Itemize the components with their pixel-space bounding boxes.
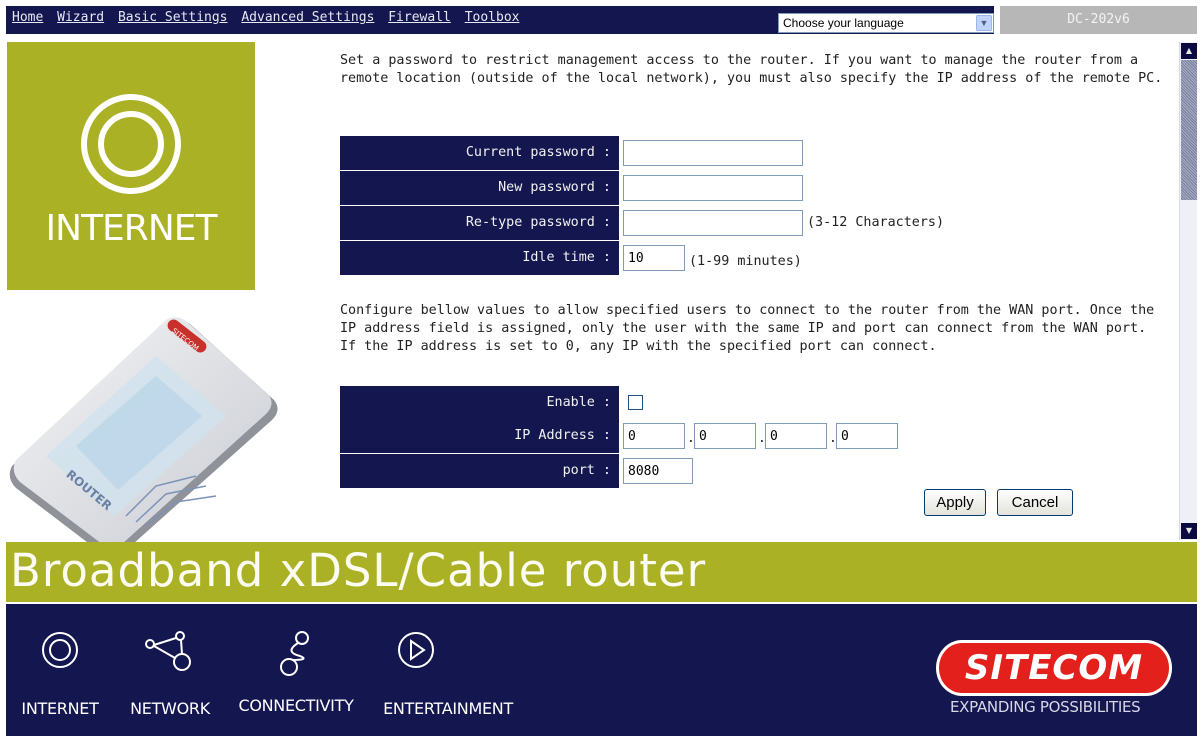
ip-address-label: IP Address : — [340, 419, 619, 453]
idle-time-input[interactable] — [623, 245, 685, 271]
footer-entertainment: ENTERTAINMENT — [374, 630, 522, 718]
new-password-input[interactable] — [623, 175, 803, 201]
ip-octet-1-input[interactable] — [623, 423, 685, 449]
sitecom-logo: SITECOM — [936, 640, 1172, 696]
internet-ring-icon — [81, 94, 181, 194]
sitecom-tagline: EXPANDING POSSIBILITIES — [950, 698, 1141, 716]
entertainment-icon — [398, 632, 434, 668]
chevron-down-icon[interactable]: ▼ — [976, 15, 992, 31]
enable-label: Enable : — [340, 386, 619, 420]
idle-time-hint: (1-99 minutes) — [689, 254, 802, 269]
footer-connectivity: CONNECTIVITY — [232, 628, 360, 715]
cancel-button[interactable]: Cancel — [997, 489, 1073, 516]
new-password-label: New password : — [340, 171, 619, 205]
wan-access-text: Configure bellow values to allow specifi… — [340, 303, 1155, 354]
nav-wizard-link[interactable]: Wizard — [57, 10, 104, 25]
nav-basic-settings-link[interactable]: Basic Settings — [118, 10, 228, 25]
password-length-hint: (3-12 Characters) — [807, 215, 945, 230]
scrollbar-thumb[interactable] — [1181, 60, 1197, 200]
ip-octet-4-input[interactable] — [836, 423, 898, 449]
language-select[interactable]: Choose your language ▼ — [778, 13, 994, 33]
footer-internet-label: INTERNET — [21, 699, 99, 718]
idle-time-label: Idle time : — [340, 241, 619, 275]
model-name: DC-202v6 — [1000, 6, 1197, 34]
internet-tile: INTERNET — [7, 42, 255, 290]
enable-checkbox[interactable] — [628, 395, 643, 410]
router-admin-page: Home Wizard Basic Settings Advanced Sett… — [0, 0, 1203, 742]
retype-password-label: Re-type password : — [340, 206, 619, 240]
footer-network-label: NETWORK — [130, 699, 210, 718]
top-nav-bar: Home Wizard Basic Settings Advanced Sett… — [6, 6, 994, 34]
intro-text: Set a password to restrict management ac… — [340, 53, 1163, 86]
port-input[interactable] — [623, 458, 693, 484]
footer-internet: INTERNET — [12, 630, 108, 718]
ip-octet-2-input[interactable] — [694, 423, 756, 449]
internet-tile-label: INTERNET — [45, 208, 218, 249]
nav-firewall-link[interactable]: Firewall — [388, 10, 451, 25]
language-select-value: Choose your language — [783, 16, 904, 30]
footer-network: NETWORK — [120, 630, 220, 718]
connectivity-icon — [280, 631, 309, 676]
current-password-label: Current password : — [340, 136, 619, 170]
port-label: port : — [340, 454, 619, 488]
nav-home-link[interactable]: Home — [12, 10, 43, 25]
scroll-up-icon[interactable]: ▲ — [1181, 43, 1197, 59]
current-password-input[interactable] — [623, 140, 803, 166]
product-banner-text: Broadband xDSL/Cable router — [10, 544, 707, 597]
footer-entertainment-label: ENTERTAINMENT — [383, 699, 513, 718]
scroll-down-icon[interactable]: ▼ — [1181, 523, 1197, 539]
router-device-image: SITECOM ROUTER — [9, 317, 278, 556]
main-nav: Home Wizard Basic Settings Advanced Sett… — [12, 10, 525, 25]
footer-connectivity-label: CONNECTIVITY — [238, 696, 354, 715]
product-banner: Broadband xDSL/Cable router — [6, 542, 1197, 602]
internet-icon — [42, 632, 78, 668]
retype-password-input[interactable] — [623, 210, 803, 236]
footer: INTERNET NETWORK CONNECTIVITY ENTERTAINM… — [6, 604, 1197, 736]
content-scrollbar[interactable]: ▲ ▼ — [1179, 42, 1197, 540]
nav-toolbox-link[interactable]: Toolbox — [465, 10, 520, 25]
nav-advanced-settings-link[interactable]: Advanced Settings — [241, 10, 374, 25]
apply-button[interactable]: Apply — [924, 489, 986, 516]
network-icon — [145, 631, 191, 671]
ip-octet-3-input[interactable] — [765, 423, 827, 449]
